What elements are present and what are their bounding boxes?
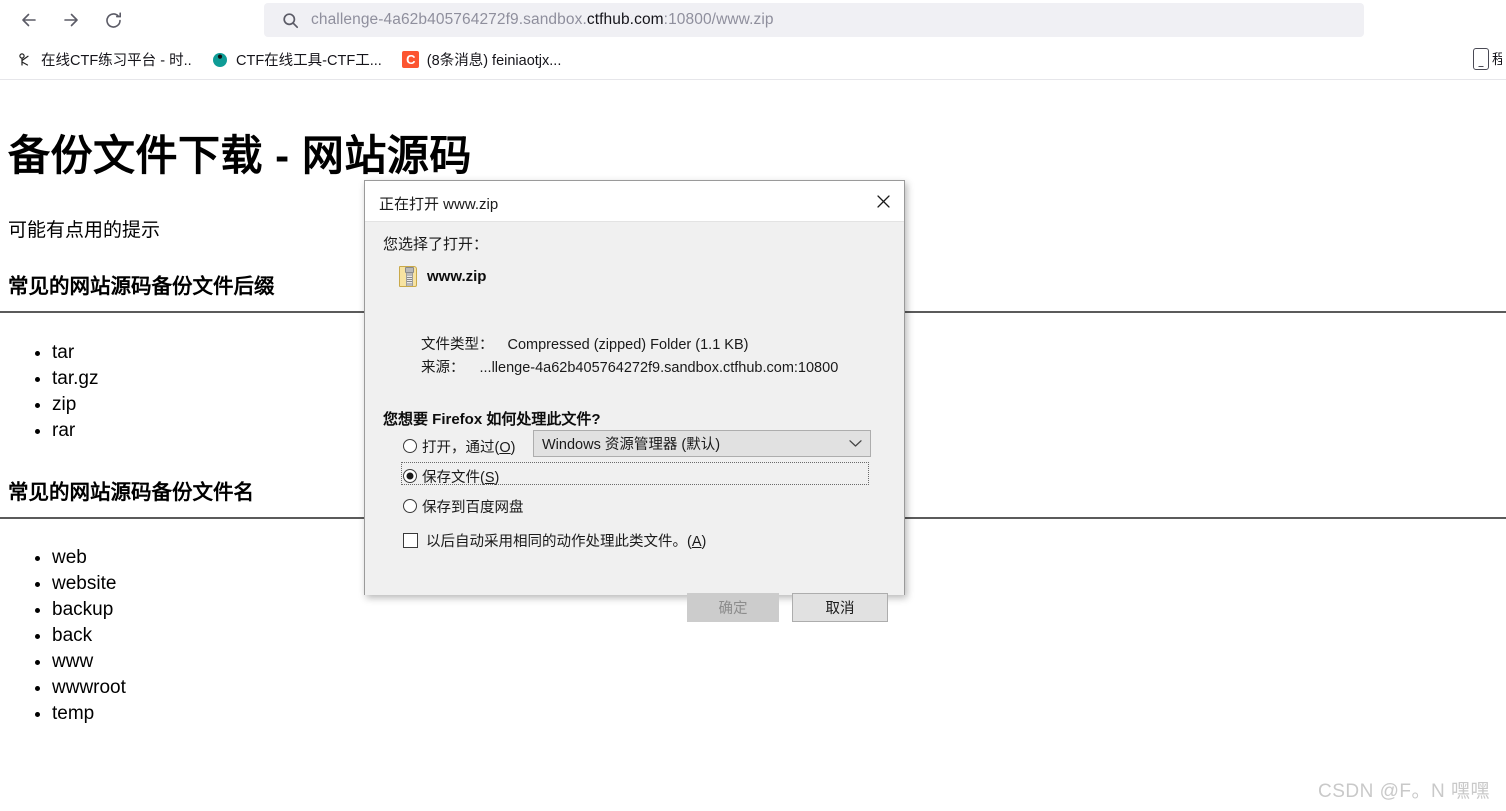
file-row: www.zip	[399, 266, 486, 287]
list-item: rar	[52, 418, 98, 444]
dialog-title: 正在打开 www.zip	[379, 196, 499, 213]
file-type-label: 文件类型：	[421, 337, 494, 353]
file-type-value: Compressed (zipped) Folder (1.1 KB)	[507, 337, 749, 353]
file-source-label: 来源：	[421, 360, 465, 376]
file-name: www.zip	[427, 268, 487, 285]
bookmark-item-ctf-platform[interactable]: 在线CTF练习平台 - 时...	[8, 46, 199, 74]
csdn-icon: C	[402, 51, 420, 69]
ctf-tools-icon	[211, 51, 229, 69]
csdn-icon-glyph: C	[402, 51, 420, 68]
section-heading-suffixes: 常见的网站源码备份文件后缀	[8, 275, 275, 298]
forward-button[interactable]	[54, 3, 88, 37]
you-selected-label: 您选择了打开：	[383, 236, 489, 253]
accesskey: A	[691, 534, 702, 550]
accesskey: S	[484, 469, 495, 486]
bookmark-item-csdn[interactable]: C (8条消息) feiniaotjx...	[394, 46, 570, 74]
zip-folder-icon	[399, 266, 417, 287]
hint-paragraph: 可能有点用的提示	[8, 220, 161, 241]
tablet-device-icon[interactable]	[1473, 48, 1489, 70]
list-item: backup	[52, 597, 126, 623]
radio-indicator-selected	[403, 469, 417, 483]
bookmark-label: (8条消息) feiniaotjx...	[426, 53, 562, 69]
page-title: 备份文件下载 - 网站源码	[8, 132, 472, 180]
radio-save-file-label: 保存文件(S)	[422, 469, 500, 486]
open-file-dialog: 正在打开 www.zip 您选择了打开： www.zip 文件类型： Compre…	[364, 180, 905, 622]
cancel-button[interactable]: 取消	[792, 593, 888, 622]
address-bar-text: challenge-4a62b405764272f9.sandbox.ctfhu…	[311, 11, 774, 29]
list-item: tar	[52, 340, 98, 366]
bookmark-label: 在线CTF练习平台 - 时...	[41, 53, 191, 69]
remember-choice-row[interactable]: 以后自动采用相同的动作处理此类文件。(A)	[403, 530, 706, 551]
open-with-app-value: Windows 资源管理器 (默认)	[542, 437, 721, 453]
accesskey: O	[499, 439, 511, 456]
chevron-down-icon	[849, 439, 862, 448]
bookmark-label: CTF在线工具-CTF工...	[236, 53, 382, 69]
address-bar[interactable]: challenge-4a62b405764272f9.sandbox.ctfhu…	[264, 3, 1364, 37]
ok-button[interactable]: 确定	[687, 593, 779, 622]
filename-list: web website backup back www wwwroot temp	[8, 545, 126, 727]
radio-open-with-label: 打开，通过(O)	[422, 439, 516, 456]
section-heading-filenames: 常见的网站源码备份文件名	[8, 481, 254, 504]
bookmarks-overflow-area: 程	[1473, 45, 1502, 73]
browser-chrome: challenge-4a62b405764272f9.sandbox.ctfhu…	[0, 0, 1506, 80]
dialog-body: 您选择了打开： www.zip 文件类型： Compressed (zipped)…	[365, 222, 904, 622]
bookmark-clipped-label[interactable]: 程	[1492, 49, 1502, 69]
reload-button[interactable]	[96, 3, 130, 37]
remember-choice-checkbox[interactable]	[403, 533, 418, 548]
list-item: website	[52, 571, 126, 597]
navigation-toolbar: challenge-4a62b405764272f9.sandbox.ctfhu…	[0, 0, 1506, 40]
radio-indicator	[403, 499, 417, 513]
close-icon[interactable]	[868, 187, 898, 216]
list-item: www	[52, 649, 126, 675]
url-suffix: :10800/www.zip	[663, 11, 774, 28]
handling-question-label: 您想要 Firefox 如何处理此文件?	[383, 411, 601, 428]
back-button[interactable]	[12, 3, 46, 37]
file-source-value: ...llenge-4a62b405764272f9.sandbox.ctfhu…	[479, 360, 839, 376]
list-item: web	[52, 545, 126, 571]
remember-choice-label: 以后自动采用相同的动作处理此类文件。(A)	[426, 534, 707, 550]
radio-save-to-baidu-label: 保存到百度网盘	[422, 499, 524, 516]
radio-save-to-baidu[interactable]: 保存到百度网盘	[403, 495, 524, 517]
list-item: tar.gz	[52, 366, 98, 392]
bookmarks-toolbar: 在线CTF练习平台 - 时... CTF在线工具-CTF工... C (8条消息…	[0, 40, 1506, 80]
radio-open-with[interactable]: 打开，通过(O)	[403, 435, 515, 457]
list-item: temp	[52, 701, 126, 727]
file-source-row: 来源： ...llenge-4a62b405764272f9.sandbox.ct…	[421, 356, 838, 377]
file-type-row: 文件类型： Compressed (zipped) Folder (1.1 KB)	[421, 333, 748, 354]
url-prefix: challenge-4a62b405764272f9.sandbox.	[311, 11, 587, 28]
radio-save-file[interactable]: 保存文件(S)	[403, 465, 499, 487]
radio-indicator	[403, 439, 417, 453]
dialog-titlebar: 正在打开 www.zip	[365, 181, 904, 222]
list-item: back	[52, 623, 126, 649]
url-host: ctfhub.com	[586, 11, 664, 28]
open-with-app-select[interactable]: Windows 资源管理器 (默认)	[533, 430, 871, 457]
bookmark-item-ctf-tools[interactable]: CTF在线工具-CTF工...	[203, 46, 390, 74]
search-icon	[282, 12, 299, 29]
ctf-platform-icon	[16, 51, 34, 69]
csdn-watermark: CSDN @F。N 嘿嘿	[1317, 781, 1490, 802]
list-item: zip	[52, 392, 98, 418]
suffix-list: tar tar.gz zip rar	[8, 340, 98, 444]
list-item: wwwroot	[52, 675, 126, 701]
